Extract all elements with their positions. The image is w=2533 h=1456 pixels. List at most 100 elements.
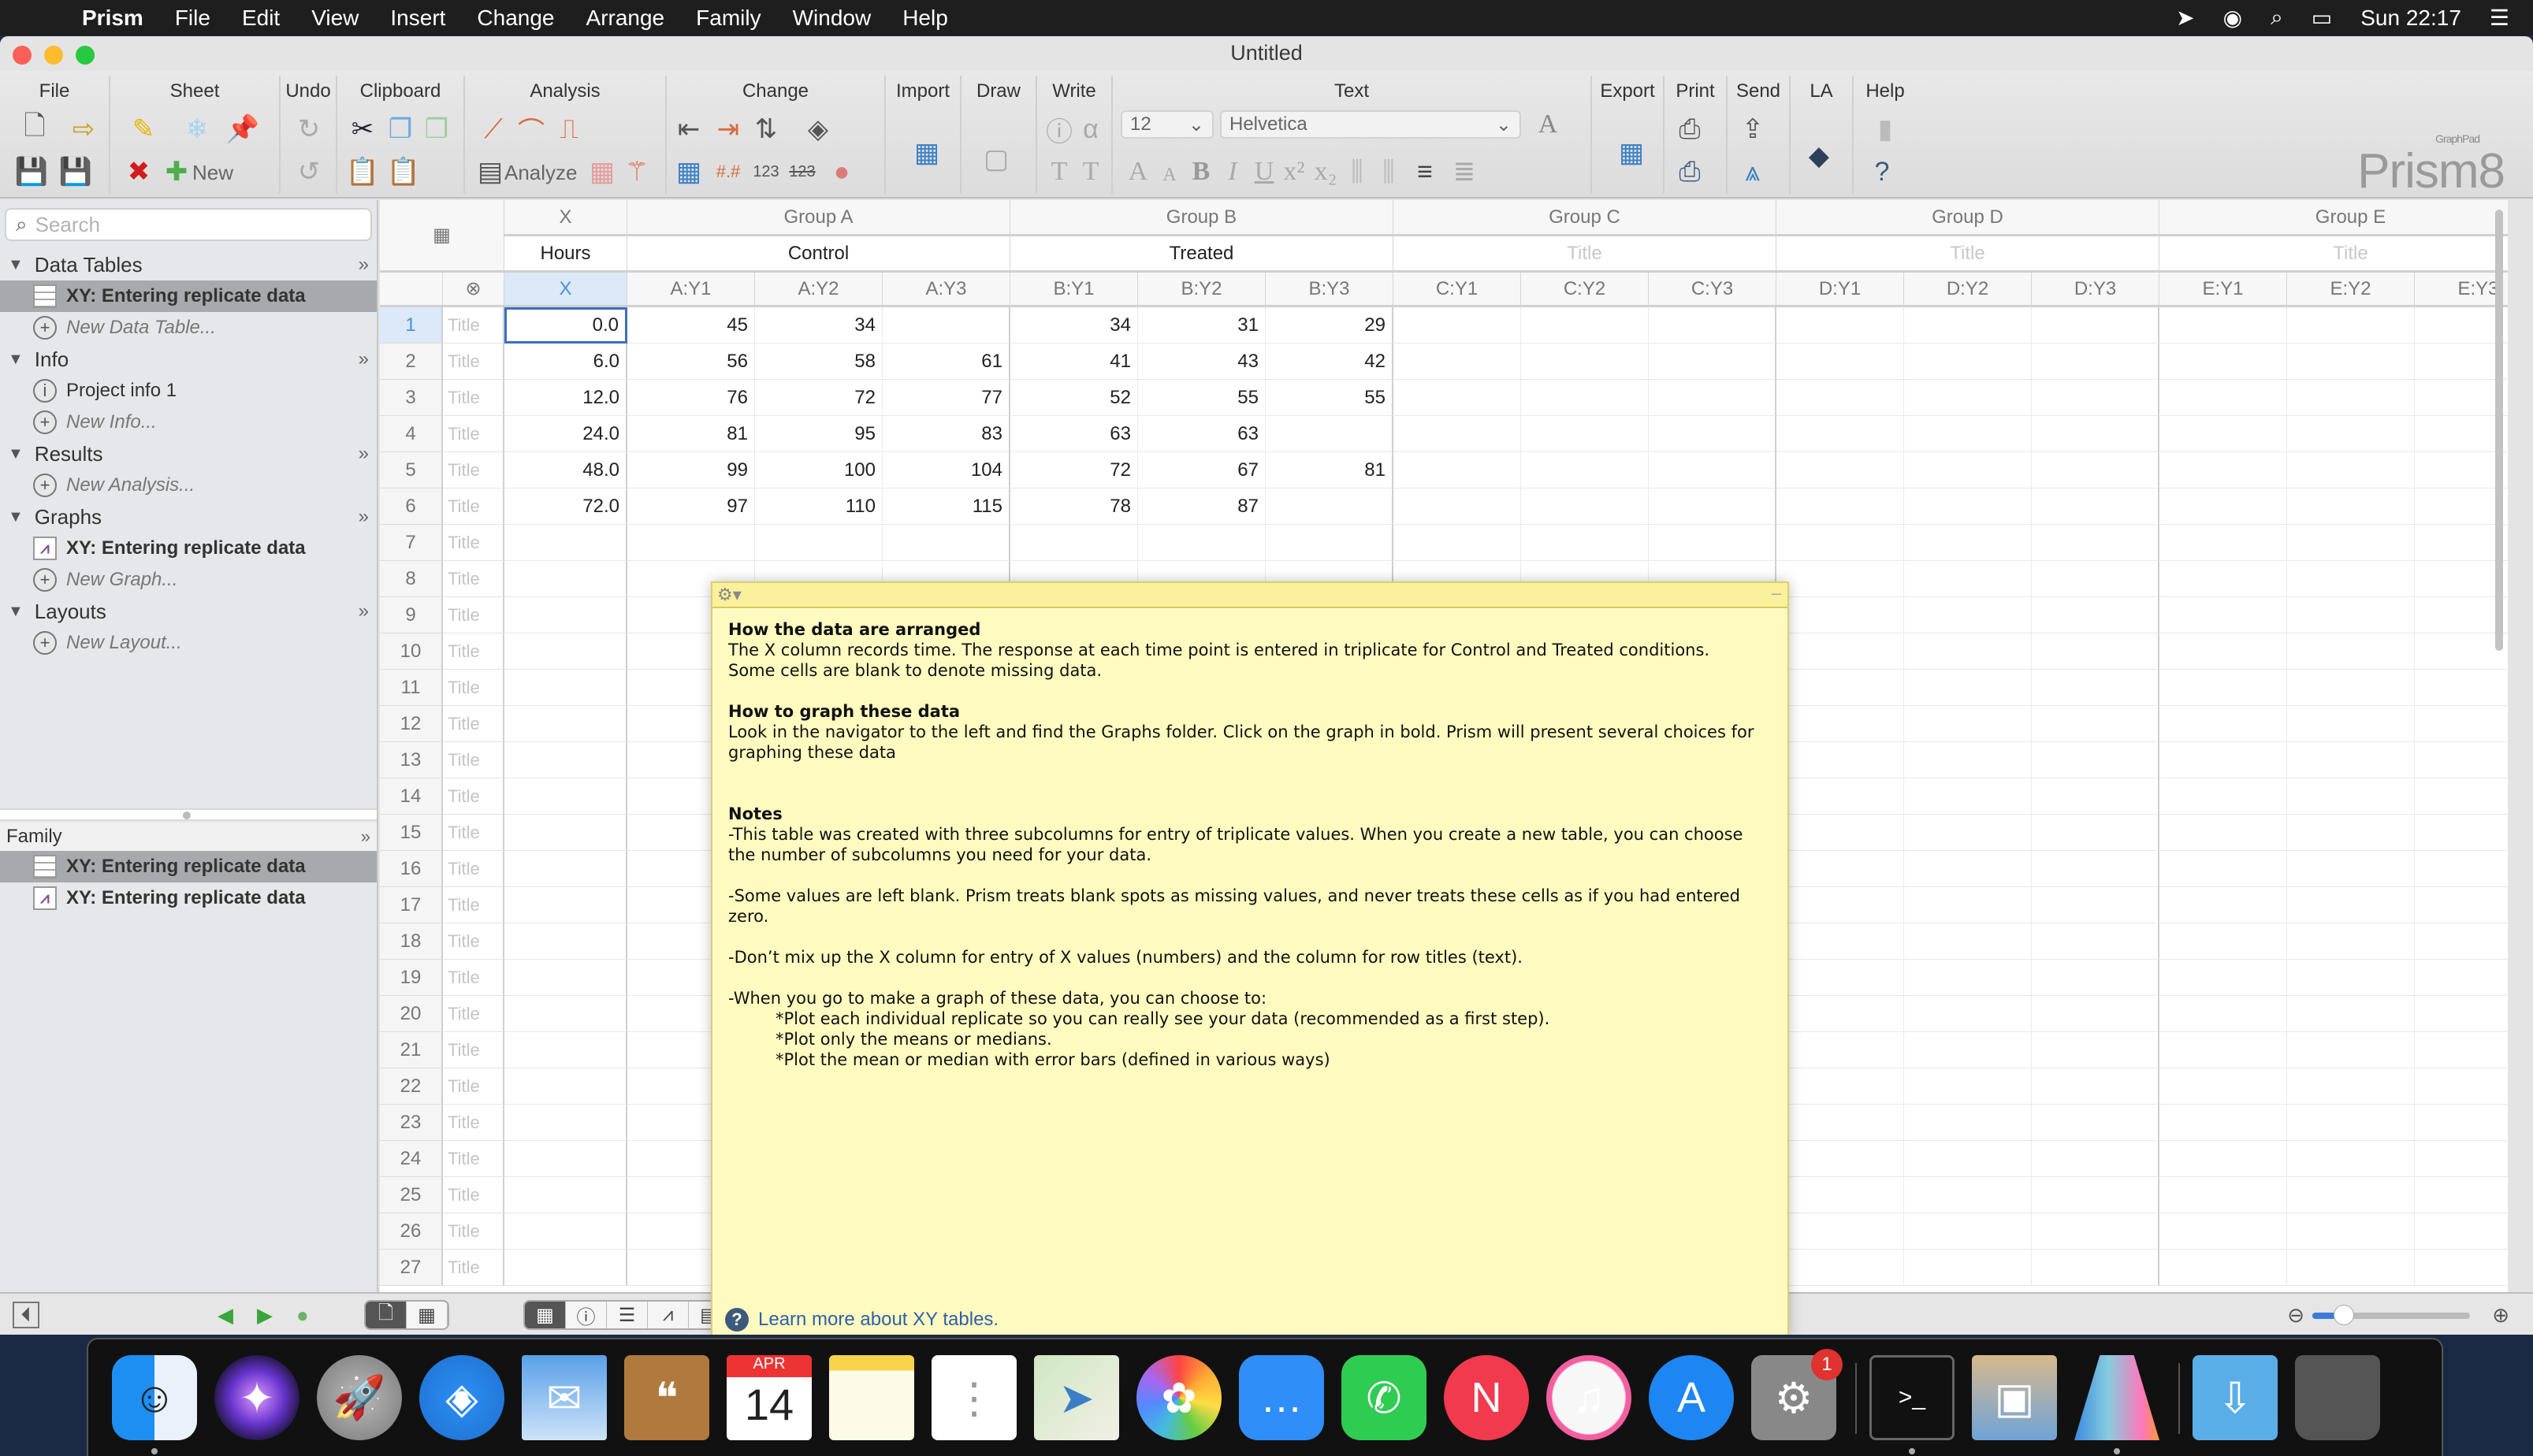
y-cell[interactable] [1904,670,2032,706]
y-cell[interactable] [2159,416,2287,452]
row-title[interactable]: Title [443,670,504,706]
y-cell[interactable]: 55 [1266,380,1393,416]
y-cell[interactable] [2415,742,2508,778]
y-cell[interactable] [2159,488,2287,525]
y-cell[interactable] [2159,815,2287,851]
superscript-icon[interactable]: x² [1277,154,1311,189]
dock-contacts[interactable]: ❝ [624,1355,709,1440]
y-cell[interactable] [1776,815,1904,851]
y-cell[interactable]: 100 [755,452,883,488]
row-title[interactable]: Title [443,960,504,996]
y-cell[interactable] [2287,960,2415,996]
table-analysis-icon[interactable]: ▦ [585,154,619,189]
align-text-icon[interactable]: ≡ [1408,154,1442,189]
x-cell[interactable] [504,525,627,561]
row-number[interactable]: 27 [380,1250,443,1286]
row-number[interactable]: 20 [380,996,443,1032]
row-title[interactable]: Title [443,1141,504,1177]
row-title[interactable]: Title [443,996,504,1032]
y-cell[interactable] [2032,778,2159,815]
y-cell[interactable] [2032,452,2159,488]
x-cell[interactable] [504,597,627,633]
learn-more-text[interactable]: Learn more about XY tables. [758,1309,999,1331]
nav-item[interactable]: i Project info 1 [0,375,377,407]
x-cell[interactable] [504,1105,627,1141]
y-cell[interactable] [2032,960,2159,996]
redo-icon[interactable]: ↻ [292,112,326,147]
y-cell[interactable] [2032,1213,2159,1250]
y-cell[interactable] [1904,1177,2032,1213]
subcolumn-header[interactable]: A:Y3 [883,273,1010,307]
row-number[interactable]: 4 [380,416,443,452]
view-mode-toggle[interactable]: 🗋 ▦ [364,1300,449,1330]
y-cell[interactable] [2287,633,2415,670]
y-cell[interactable] [2415,488,2508,525]
y-cell[interactable] [1393,416,1521,452]
row-title[interactable]: Title [443,452,504,488]
y-cell[interactable] [2415,996,2508,1032]
insert-info-icon[interactable]: ⓘ [1042,112,1077,147]
y-cell[interactable] [1521,488,1649,525]
dock-siri[interactable]: ✦ [214,1355,299,1440]
y-cell[interactable] [1266,525,1393,561]
y-cell[interactable] [2415,1105,2508,1141]
y-cell[interactable] [1521,307,1649,344]
y-cell[interactable]: 34 [755,307,883,344]
y-cell[interactable] [2159,742,2287,778]
y-cell[interactable] [2287,742,2415,778]
cut-icon[interactable]: ✂ [345,112,380,147]
y-cell[interactable]: 63 [1010,416,1138,452]
x-cell[interactable] [504,851,627,887]
y-cell[interactable] [1776,1105,1904,1141]
dock-facetime[interactable]: ✆ [1341,1355,1426,1440]
x-cell[interactable] [504,742,627,778]
y-cell[interactable] [1904,923,2032,960]
y-cell[interactable] [2032,380,2159,416]
x-cell[interactable]: 6.0 [504,344,627,380]
y-cell[interactable] [1904,706,2032,742]
y-cell[interactable] [1904,633,2032,670]
y-cell[interactable] [2032,887,2159,923]
dock-downloads[interactable]: ⇩ [2193,1355,2278,1440]
y-cell[interactable] [2287,380,2415,416]
y-cell[interactable] [2415,887,2508,923]
nav-section-info[interactable]: ▼ Info » [0,344,377,375]
dock-photos[interactable]: ✿ [1136,1355,1222,1440]
y-cell[interactable]: 63 [1138,416,1266,452]
x-cell[interactable] [504,1213,627,1250]
y-cell[interactable] [1776,996,1904,1032]
info-tab-icon[interactable]: ⓘ [566,1302,607,1328]
y-cell[interactable] [1266,488,1393,525]
x-cell[interactable] [504,887,627,923]
row-title[interactable]: Title [443,778,504,815]
y-cell[interactable] [2159,1141,2287,1177]
y-cell[interactable] [1776,416,1904,452]
print-icon[interactable]: ⎙ [1672,112,1707,147]
family-item[interactable]: XY: Entering replicate data [0,851,377,882]
y-cell[interactable] [1649,488,1776,525]
y-cell[interactable]: 43 [1138,344,1266,380]
zoom-out-icon[interactable]: ⊖ [2287,1302,2304,1328]
y-cell[interactable] [2415,307,2508,344]
italic-icon[interactable]: I [1215,154,1250,189]
format-table-icon[interactable]: ▦ [671,154,706,189]
nav-item[interactable]: + New Data Table... [0,312,377,344]
dock-prism[interactable] [2074,1355,2159,1440]
table-format-icon[interactable]: ▦ [433,224,451,247]
gallery-view-icon[interactable]: ▦ [407,1302,448,1328]
y-cell[interactable] [1521,344,1649,380]
x-cell[interactable]: 12.0 [504,380,627,416]
y-cell[interactable] [2159,1032,2287,1068]
y-cell[interactable] [2415,1141,2508,1177]
graph-tab-icon[interactable]: ⩘ [648,1302,689,1328]
y-cell[interactable] [2032,307,2159,344]
nav-item[interactable]: + New Analysis... [0,470,377,501]
row-number[interactable]: 21 [380,1032,443,1068]
y-cell[interactable] [1649,344,1776,380]
y-cell[interactable]: 34 [1010,307,1138,344]
y-cell[interactable] [1393,452,1521,488]
help-toggle-icon[interactable]: ▮ [1868,112,1903,147]
subcolumn-header[interactable]: D:Y3 [2032,273,2159,307]
bold-icon[interactable]: B [1184,154,1218,189]
y-cell[interactable] [2032,1068,2159,1105]
